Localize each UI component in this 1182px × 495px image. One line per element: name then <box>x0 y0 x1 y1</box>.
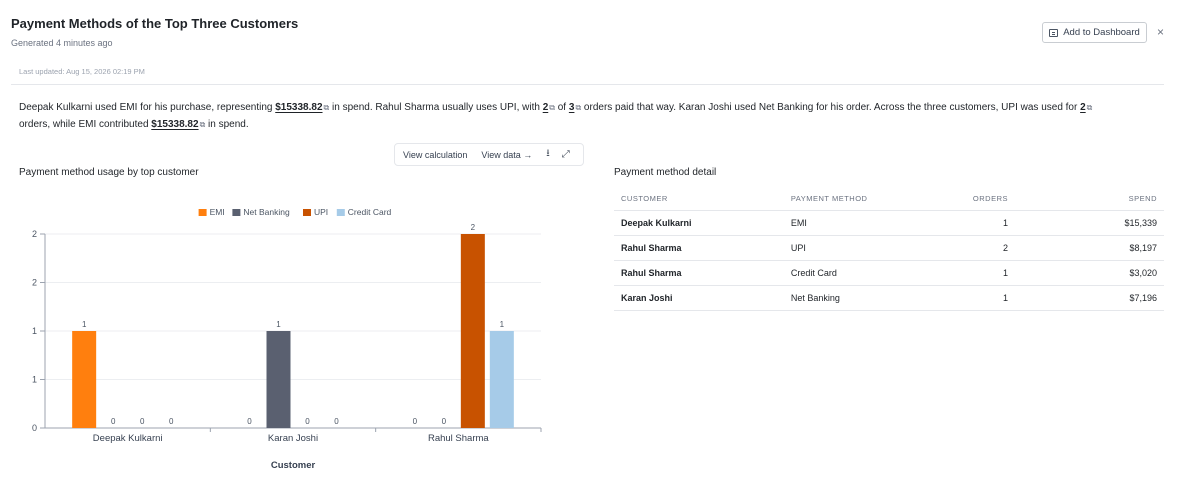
summary-part: orders, while EMI contributed <box>19 119 152 130</box>
download-icon[interactable]: ⭳ <box>546 146 550 163</box>
external-link-icon[interactable]: ⧉ <box>1087 103 1093 112</box>
x-tick-label: Rahul Sharma <box>428 433 489 444</box>
legend-swatch <box>303 209 311 216</box>
data-label: 0 <box>140 417 145 426</box>
bar <box>72 331 97 428</box>
col-customer: CUSTOMER <box>614 187 784 211</box>
legend-label: UPI <box>314 207 328 217</box>
expand-icon[interactable]: ⤢ <box>562 149 570 160</box>
cell-method: EMI <box>783 210 966 236</box>
summary-text: Deepak Kulkarni used EMI for his purchas… <box>19 99 1164 133</box>
summary-value-link[interactable]: 2 <box>1080 102 1086 113</box>
data-label: 0 <box>334 417 339 426</box>
add-to-dashboard-label: Add to Dashboard <box>1063 27 1140 38</box>
x-tick-label: Deepak Kulkarni <box>93 433 163 444</box>
y-tick-label: 1 <box>32 375 37 385</box>
table-row: Rahul Sharma Credit Card 1 $3,020 <box>614 260 1164 286</box>
view-data-button[interactable]: View data → <box>481 150 532 160</box>
chart-title: Payment method usage by top customer <box>19 167 199 178</box>
y-tick-label: 0 <box>32 423 37 433</box>
page-title: Payment Methods of the Top Three Custome… <box>11 16 299 31</box>
data-label: 1 <box>82 320 87 329</box>
cell-orders: 1 <box>965 260 1104 286</box>
y-tick-label: 2 <box>32 278 37 288</box>
bar <box>266 331 291 428</box>
cell-customer: Rahul Sharma <box>614 260 784 286</box>
data-label: 0 <box>169 417 174 426</box>
cell-customer: Rahul Sharma <box>614 235 784 261</box>
data-label: 0 <box>111 417 116 426</box>
close-icon[interactable]: × <box>1157 25 1164 39</box>
legend-label: Credit Card <box>348 207 392 217</box>
cell-spend: $8,197 <box>1104 235 1164 261</box>
y-tick-label: 1 <box>32 326 37 336</box>
table-title: Payment method detail <box>614 167 717 178</box>
summary-part: in spend. Rahul Sharma usually uses UPI,… <box>329 102 543 113</box>
data-label: 0 <box>305 417 310 426</box>
cell-orders: 2 <box>965 235 1104 261</box>
add-to-dashboard-button[interactable]: Add to Dashboard <box>1042 22 1147 43</box>
cell-spend: $15,339 <box>1104 210 1164 236</box>
bar-chart: 0 1 1 2 2 1 0 0 0 Deepak Kulkarni 0 1 0 0 Karan Joshi 0… <box>32 207 542 471</box>
table-header-row: CUSTOMER PAYMENT METHOD ORDERS SPEND <box>614 187 1164 211</box>
cell-customer: Karan Joshi <box>614 285 784 311</box>
chart-toolbar: View calculation View data → ⭳ ⤢ <box>394 143 584 166</box>
col-payment-method: PAYMENT METHOD <box>783 187 966 211</box>
x-axis-title: Customer <box>271 460 316 471</box>
divider <box>11 84 1164 85</box>
bar <box>460 234 485 428</box>
cell-orders: 1 <box>965 285 1104 311</box>
legend-swatch <box>232 209 241 216</box>
legend-swatch <box>336 209 345 216</box>
cell-method: Credit Card <box>783 260 966 286</box>
data-label: 2 <box>471 223 476 232</box>
cell-spend: $7,196 <box>1104 285 1164 311</box>
data-label: 0 <box>247 417 252 426</box>
summary-value-link[interactable]: 3 <box>569 102 575 113</box>
summary-part: in spend. <box>205 119 249 130</box>
summary-value-link[interactable]: $15338.82 <box>151 119 198 130</box>
table-row: Deepak Kulkarni EMI 1 $15,339 <box>614 210 1164 236</box>
view-calculation-button[interactable]: View calculation <box>403 150 467 160</box>
summary-part: of <box>554 102 569 113</box>
cell-method: Net Banking <box>783 285 966 311</box>
dashboard-icon <box>1049 28 1059 37</box>
summary-part: orders paid that way. Karan Joshi used N… <box>581 102 1081 113</box>
col-orders: ORDERS <box>965 187 1104 211</box>
data-label: 0 <box>442 417 447 426</box>
cell-orders: 1 <box>965 210 1104 236</box>
legend-swatch <box>198 209 207 216</box>
legend-label: Net Banking <box>243 207 290 217</box>
col-spend: SPEND <box>1104 187 1164 211</box>
y-tick-label: 2 <box>32 229 37 239</box>
cell-customer: Deepak Kulkarni <box>614 210 784 236</box>
generated-time: Generated 4 minutes ago <box>11 38 113 48</box>
payment-detail-table: CUSTOMER PAYMENT METHOD ORDERS SPEND Dee… <box>614 187 1164 311</box>
data-label: 1 <box>500 320 505 329</box>
data-label: 1 <box>276 320 281 329</box>
summary-part: Deepak Kulkarni used EMI for his purchas… <box>19 102 276 113</box>
summary-value-link[interactable]: 2 <box>543 102 549 113</box>
summary-value-link[interactable]: $15338.82 <box>275 102 322 113</box>
cell-method: UPI <box>783 235 966 261</box>
x-tick-label: Karan Joshi <box>268 433 318 444</box>
data-label: 0 <box>413 417 418 426</box>
bar <box>489 331 514 428</box>
table-row: Karan Joshi Net Banking 1 $7,196 <box>614 285 1164 311</box>
cell-spend: $3,020 <box>1104 260 1164 286</box>
table-row: Rahul Sharma UPI 2 $8,197 <box>614 235 1164 261</box>
legend-label: EMI <box>210 207 225 217</box>
last-updated: Last updated: Aug 15, 2026 02:19 PM <box>19 67 145 76</box>
report-header: Payment Methods of the Top Three Custome… <box>11 16 298 48</box>
